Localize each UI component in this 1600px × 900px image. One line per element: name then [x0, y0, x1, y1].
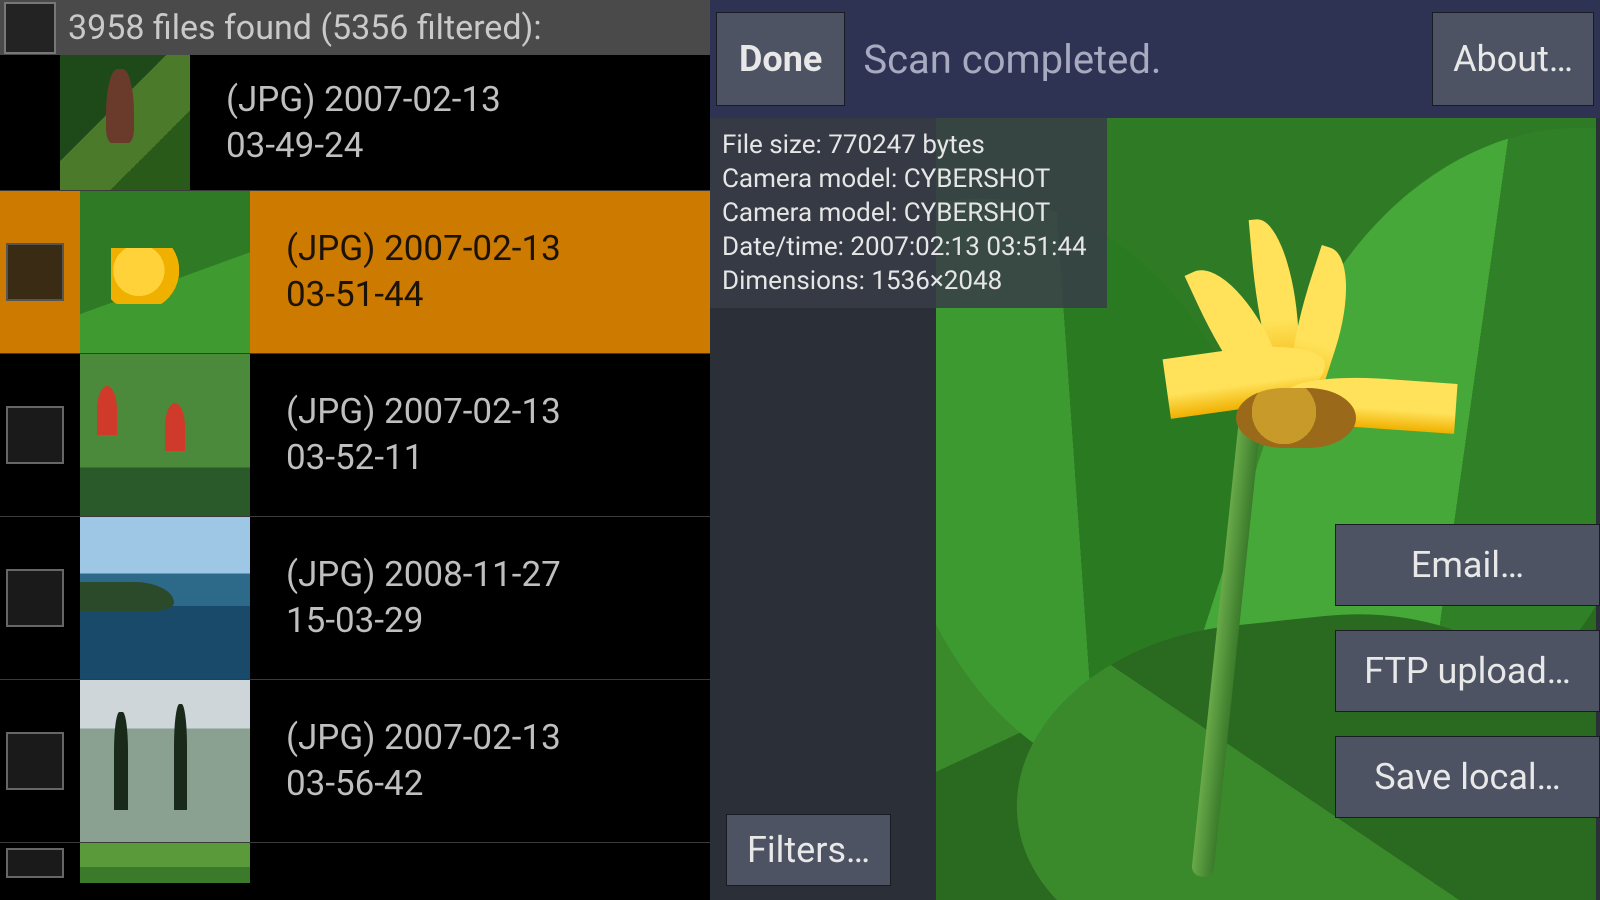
meta-camera: Camera model: CYBERSHOT	[722, 162, 1087, 196]
thumbnail	[60, 55, 190, 190]
filters-button[interactable]: Filters…	[726, 814, 891, 886]
preview-panel: Done Scan completed. About… File size: 7…	[710, 0, 1600, 900]
file-label: (JPG) 2007-02-13 03-49-24	[226, 77, 501, 169]
select-all-checkbox[interactable]	[4, 2, 56, 54]
file-row[interactable]	[0, 843, 710, 883]
email-button[interactable]: Email…	[1335, 524, 1600, 606]
file-list-panel: 3958 files found (5356 filtered): (JPG) …	[0, 0, 710, 900]
meta-datetime: Date/time: 2007:02:13 03:51:44	[722, 230, 1087, 264]
row-checkbox[interactable]	[6, 732, 64, 790]
meta-filesize: File size: 770247 bytes	[722, 128, 1087, 162]
ftp-upload-button[interactable]: FTP upload…	[1335, 630, 1600, 712]
about-button[interactable]: About…	[1432, 12, 1594, 106]
file-label: (JPG) 2007-02-13 03-52-11	[286, 389, 561, 481]
file-line1: (JPG) 2007-02-13	[226, 77, 501, 123]
file-row[interactable]: (JPG) 2008-11-27 15-03-29	[0, 517, 710, 680]
file-list-header: 3958 files found (5356 filtered):	[0, 0, 710, 55]
scan-status: Scan completed.	[863, 36, 1414, 83]
thumbnail	[80, 354, 250, 516]
file-count-label: 3958 files found (5356 filtered):	[68, 8, 542, 48]
file-row[interactable]: (JPG) 2007-02-13 03-52-11	[0, 354, 710, 517]
file-line2: 03-49-24	[226, 123, 501, 169]
file-line1: (JPG) 2008-11-27	[286, 552, 561, 598]
file-line1: (JPG) 2007-02-13	[286, 226, 561, 272]
thumbnail	[80, 191, 250, 353]
file-row[interactable]: (JPG) 2007-02-13 03-49-24	[0, 55, 710, 191]
file-label: (JPG) 2008-11-27 15-03-29	[286, 552, 561, 644]
file-line2: 03-56-42	[286, 761, 561, 807]
row-checkbox[interactable]	[6, 848, 64, 878]
meta-camera2: Camera model: CYBERSHOT	[722, 196, 1087, 230]
row-checkbox[interactable]	[6, 243, 64, 301]
exif-overlay: File size: 770247 bytes Camera model: CY…	[710, 118, 1107, 308]
row-checkbox[interactable]	[6, 406, 64, 464]
meta-dimensions: Dimensions: 1536×2048	[722, 264, 1087, 298]
file-row-selected[interactable]: (JPG) 2007-02-13 03-51-44	[0, 191, 710, 354]
file-line2: 03-51-44	[286, 272, 561, 318]
file-label: (JPG) 2007-02-13 03-51-44	[286, 226, 561, 318]
file-line2: 15-03-29	[286, 598, 561, 644]
file-line1: (JPG) 2007-02-13	[286, 715, 561, 761]
file-line2: 03-52-11	[286, 435, 561, 481]
thumbnail	[80, 680, 250, 842]
app-root: 3958 files found (5356 filtered): (JPG) …	[0, 0, 1600, 900]
file-label: (JPG) 2007-02-13 03-56-42	[286, 715, 561, 807]
preview-toolbar: Done Scan completed. About…	[710, 0, 1600, 118]
file-list[interactable]: (JPG) 2007-02-13 03-49-24 (JPG) 2007-02-…	[0, 55, 710, 900]
file-line1: (JPG) 2007-02-13	[286, 389, 561, 435]
thumbnail	[80, 843, 250, 883]
file-row[interactable]: (JPG) 2007-02-13 03-56-42	[0, 680, 710, 843]
save-local-button[interactable]: Save local…	[1335, 736, 1600, 818]
done-button[interactable]: Done	[716, 12, 845, 106]
row-checkbox[interactable]	[6, 569, 64, 627]
thumbnail	[80, 517, 250, 679]
